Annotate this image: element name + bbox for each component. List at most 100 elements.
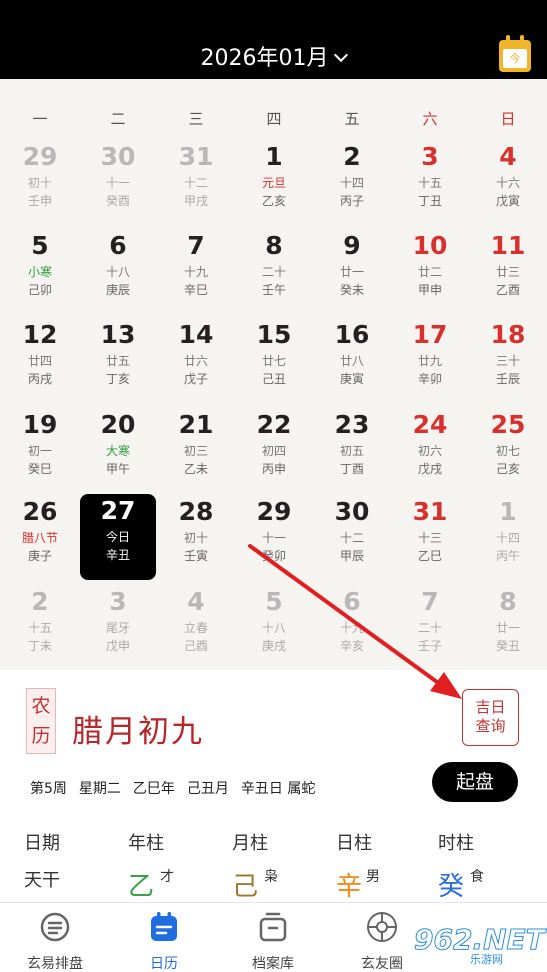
chevron-down-icon xyxy=(334,47,349,63)
lunar-day: 初一 xyxy=(27,444,52,458)
qipan-button[interactable]: 起盘 xyxy=(432,762,518,802)
lunar-day: 腊八节 xyxy=(21,531,58,545)
calendar-day-cell[interactable]: 1 十四 丙午 xyxy=(470,495,546,581)
lunar-day: 廿八 xyxy=(339,354,364,368)
lunar-day: 廿四 xyxy=(27,354,52,368)
calendar-day-cell[interactable]: 19 初一 癸巳 xyxy=(2,408,78,494)
lunar-day: 十八 xyxy=(261,621,286,635)
calendar-day-cell[interactable]: 7 十九 辛巳 xyxy=(158,229,234,315)
calendar-day-cell[interactable]: 21 初三 乙未 xyxy=(158,408,234,494)
calendar-day-cell[interactable]: 11 廿三 乙酉 xyxy=(470,229,546,315)
calendar-day-cell[interactable]: 23 初五 丁酉 xyxy=(314,408,390,494)
day-number: 21 xyxy=(178,410,214,439)
pillar-header-hour: 时柱 xyxy=(438,833,474,854)
calendar-day-cell[interactable]: 30 十二 甲辰 xyxy=(314,495,390,581)
year-stem: 乙 xyxy=(128,872,155,902)
calendar-day-cell[interactable]: 31 十二 甲戌 xyxy=(158,140,234,226)
calendar-day-cell[interactable]: 6 十八 庚辰 xyxy=(80,229,156,315)
calendar-day-cell[interactable]: 25 初七 己亥 xyxy=(470,408,546,494)
day-number: 26 xyxy=(22,497,58,526)
jiri-label-2: 查询 xyxy=(475,717,506,735)
auspicious-day-query-button[interactable]: 吉日 查询 xyxy=(462,689,519,746)
day-number: 30 xyxy=(334,497,370,526)
day-number: 4 xyxy=(499,142,517,171)
calendar-day-cell[interactable]: 2 十四 丙子 xyxy=(314,140,390,226)
ganzhi-day: 己卯 xyxy=(27,283,52,297)
calendar-day-cell[interactable]: 4 十六 戊寅 xyxy=(470,140,546,226)
calendar-day-cell[interactable]: 26 腊八节 庚子 xyxy=(2,495,78,581)
calendar-day-cell[interactable]: 28 初十 壬寅 xyxy=(158,495,234,581)
calendar-day-cell[interactable]: 10 廿二 甲申 xyxy=(392,229,468,315)
day-number: 6 xyxy=(109,231,127,260)
tab-paipan[interactable]: 玄易排盘 xyxy=(5,909,105,972)
calendar-day-cell[interactable]: 20 大寒 甲午 xyxy=(80,408,156,494)
lunar-day: 廿一 xyxy=(495,621,520,635)
calendar-day-cell[interactable]: 2 十五 丁未 xyxy=(2,585,78,671)
ganzhi-day: 己酉 xyxy=(183,639,208,653)
calendar-day-cell[interactable]: 24 初六 戊戌 xyxy=(392,408,468,494)
calendar-day-cell[interactable]: 6 十九 辛亥 xyxy=(314,585,390,671)
tab-calendar[interactable]: 日历 xyxy=(114,909,214,972)
day-number: 29 xyxy=(22,142,58,171)
hour-god: 食 xyxy=(470,869,484,885)
calendar-day-cell[interactable]: 5 小寒 己卯 xyxy=(2,229,78,315)
seal-char: 农 xyxy=(31,695,51,717)
calendar-day-cell[interactable]: 4 立春 己酉 xyxy=(158,585,234,671)
lunar-date: 腊月初九 xyxy=(72,714,204,750)
ganzhi-day: 戊子 xyxy=(183,372,208,386)
calendar-day-cell[interactable]: 30 十一 癸酉 xyxy=(80,140,156,226)
calendar-day-cell[interactable]: 16 廿八 庚寅 xyxy=(314,318,390,404)
calendar-day-cell[interactable]: 27 今日 辛丑 xyxy=(80,494,156,580)
calendar-day-cell[interactable]: 9 廿一 癸未 xyxy=(314,229,390,315)
lunar-day: 十九 xyxy=(339,621,364,635)
day-number: 6 xyxy=(343,587,361,616)
ganzhi-day: 丙子 xyxy=(339,194,364,208)
lunar-day: 初四 xyxy=(261,444,286,458)
calendar-day-cell[interactable]: 18 三十 壬辰 xyxy=(470,318,546,404)
month-title-text: 2026年01月 xyxy=(200,46,329,71)
ganzhi-day: 癸巳 xyxy=(27,462,52,476)
ganzhi-day: 丙申 xyxy=(261,462,286,476)
day-number: 15 xyxy=(256,320,292,349)
calendar-day-cell[interactable]: 8 廿一 癸丑 xyxy=(470,585,546,671)
calendar-day-cell[interactable]: 17 廿九 辛卯 xyxy=(392,318,468,404)
lunar-day: 廿三 xyxy=(495,265,520,279)
lunar-day: 廿二 xyxy=(417,265,442,279)
lunar-day: 十五 xyxy=(27,621,52,635)
calendar-day-cell[interactable]: 3 尾牙 戊申 xyxy=(80,585,156,671)
lunar-day: 二十 xyxy=(261,265,286,279)
calendar-day-cell[interactable]: 29 初十 壬申 xyxy=(2,140,78,226)
calendar-day-cell[interactable]: 1 元旦 乙亥 xyxy=(236,140,312,226)
month-selector[interactable]: 2026年01月 xyxy=(0,40,547,72)
ganzhi-day: 丁酉 xyxy=(339,462,364,476)
tab-archive[interactable]: 档案库 xyxy=(223,909,323,972)
calendar-day-cell[interactable]: 7 二十 壬子 xyxy=(392,585,468,671)
ganzhi-day: 甲午 xyxy=(105,462,130,476)
day-number: 7 xyxy=(187,231,205,260)
day-number: 14 xyxy=(178,320,214,349)
calendar-day-cell[interactable]: 14 廿六 戊子 xyxy=(158,318,234,404)
calendar-day-cell[interactable]: 15 廿七 己丑 xyxy=(236,318,312,404)
lunar-day: 廿九 xyxy=(417,354,442,368)
calendar-day-cell[interactable]: 5 十八 庚戌 xyxy=(236,585,312,671)
tab-label: 档案库 xyxy=(252,956,294,972)
calendar-day-cell[interactable]: 29 十一 癸卯 xyxy=(236,495,312,581)
calendar-day-cell[interactable]: 3 十五 丁丑 xyxy=(392,140,468,226)
pillar-header-date: 日期 xyxy=(24,833,60,854)
lunar-day: 初七 xyxy=(495,444,520,458)
today-calendar-button[interactable]: 今 xyxy=(499,35,531,72)
day-number: 10 xyxy=(412,231,448,260)
ganzhi-day: 戊申 xyxy=(105,639,130,653)
calendar-day-cell[interactable]: 13 廿五 丁亥 xyxy=(80,318,156,404)
ganzhi-day: 甲戌 xyxy=(183,194,208,208)
lunar-day: 初六 xyxy=(417,444,442,458)
weekday-label: 六 xyxy=(422,110,438,128)
ganzhi-day: 戊戌 xyxy=(417,462,442,476)
calendar-day-cell[interactable]: 12 廿四 丙戌 xyxy=(2,318,78,404)
day-number: 30 xyxy=(100,142,136,171)
calendar-day-cell[interactable]: 8 二十 壬午 xyxy=(236,229,312,315)
ganzhi-day: 丁未 xyxy=(27,639,52,653)
ganzhi-day: 丙戌 xyxy=(27,372,52,386)
calendar-day-cell[interactable]: 22 初四 丙申 xyxy=(236,408,312,494)
calendar-day-cell[interactable]: 31 十三 乙巳 xyxy=(392,495,468,581)
